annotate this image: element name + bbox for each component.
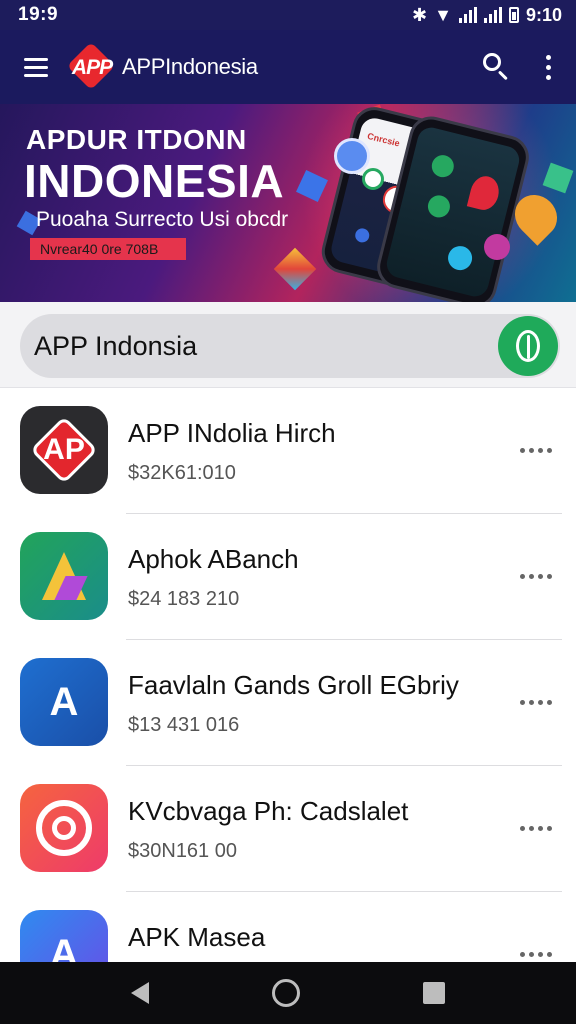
signal-icon-2 xyxy=(483,7,502,23)
banner-title: INDONESIA xyxy=(24,155,285,207)
more-options-icon[interactable] xyxy=(520,818,560,838)
app-price: $30N161 00 xyxy=(128,840,237,862)
app-indonesia-logo-icon: AP xyxy=(20,406,108,494)
letter-a-badge-icon: A xyxy=(20,658,108,746)
app-price: $24 183 210 xyxy=(128,588,240,610)
promo-banner[interactable]: APDUR ITDONN INDONESIA Puoaha Surrecto U… xyxy=(0,104,576,302)
app-name: KVcbvaga Ph: Cadslalet xyxy=(128,796,409,826)
phone-green-icon xyxy=(429,152,457,180)
search-icon[interactable] xyxy=(476,47,516,87)
app-price: $32K61:010 xyxy=(128,462,236,484)
list-item[interactable]: Aphok ABanch $24 183 210 xyxy=(0,514,576,640)
map-pin-icon xyxy=(466,173,503,213)
bluetooth-icon: ✱ xyxy=(412,4,428,25)
list-item[interactable]: A APK Masea xyxy=(0,892,576,962)
back-icon[interactable] xyxy=(131,982,150,1004)
banner-subtitle: Puoaha Surrecto Usi obcdr xyxy=(36,208,289,231)
more-options-icon[interactable] xyxy=(520,566,560,586)
camera-ring-icon xyxy=(20,784,108,872)
app-name: Aphok ABanch xyxy=(128,544,299,574)
app-bar: APP APPIndonesia xyxy=(0,30,576,104)
status-bar: 19:9 ✱ ▼ 9:10 xyxy=(0,0,576,30)
signal-icon xyxy=(458,7,477,23)
app-price: $13 431 016 xyxy=(128,714,240,736)
phone-blue-icon xyxy=(445,243,475,273)
app-logo: APP xyxy=(66,41,118,91)
status-clock: 9:10 xyxy=(525,4,562,25)
list-item[interactable]: KVcbvaga Ph: Cadslalet $30N161 00 xyxy=(0,766,576,892)
more-options-icon[interactable] xyxy=(520,440,560,460)
phone-header-text: Cnrcsie xyxy=(366,130,401,149)
banner-badge: Nvrear40 0re 708B xyxy=(30,238,186,260)
floating-dot-icon xyxy=(362,168,384,190)
more-options-icon[interactable] xyxy=(520,944,560,962)
wifi-icon: ▼ xyxy=(434,4,452,25)
floating-pink-icon xyxy=(484,234,510,260)
search-field xyxy=(20,314,560,378)
app-list: AP APP INdolia Hirch $32K61:010 Aphok ABanc… xyxy=(0,388,576,962)
phone-green-icon-2 xyxy=(425,193,453,220)
system-nav-bar xyxy=(0,962,576,1024)
battery-icon xyxy=(508,7,519,23)
more-options-icon[interactable] xyxy=(520,692,560,712)
microphone-icon xyxy=(516,330,540,362)
letter-a-icon: A xyxy=(20,910,108,962)
status-icons: ✱ ▼ 9:10 xyxy=(412,5,562,26)
floating-app-icon xyxy=(334,138,370,174)
triangle-a-icon xyxy=(20,532,108,620)
search-input[interactable] xyxy=(34,314,494,378)
list-item[interactable]: A Faavlaln Gands Groll EGbriy $13 431 016 xyxy=(0,640,576,766)
app-name: APK Masea xyxy=(128,922,266,952)
recent-apps-icon[interactable] xyxy=(422,982,445,1004)
voice-search-button[interactable] xyxy=(498,316,558,376)
hamburger-menu-icon[interactable] xyxy=(18,49,54,85)
home-icon[interactable] xyxy=(271,979,300,1007)
status-time: 19:9 xyxy=(18,4,59,25)
app-name: Faavlaln Gands Groll EGbriy xyxy=(128,670,459,700)
overflow-menu-icon[interactable] xyxy=(538,49,558,85)
app-name: APP INdolia Hirch xyxy=(128,418,336,448)
banner-headline: APDUR ITDONN xyxy=(26,124,247,155)
app-title: APPIndonesia xyxy=(122,54,258,79)
search-section xyxy=(0,302,576,388)
phone-dot xyxy=(353,226,371,244)
list-item[interactable]: AP APP INdolia Hirch $32K61:010 xyxy=(0,388,576,514)
decor-prism xyxy=(273,247,317,291)
